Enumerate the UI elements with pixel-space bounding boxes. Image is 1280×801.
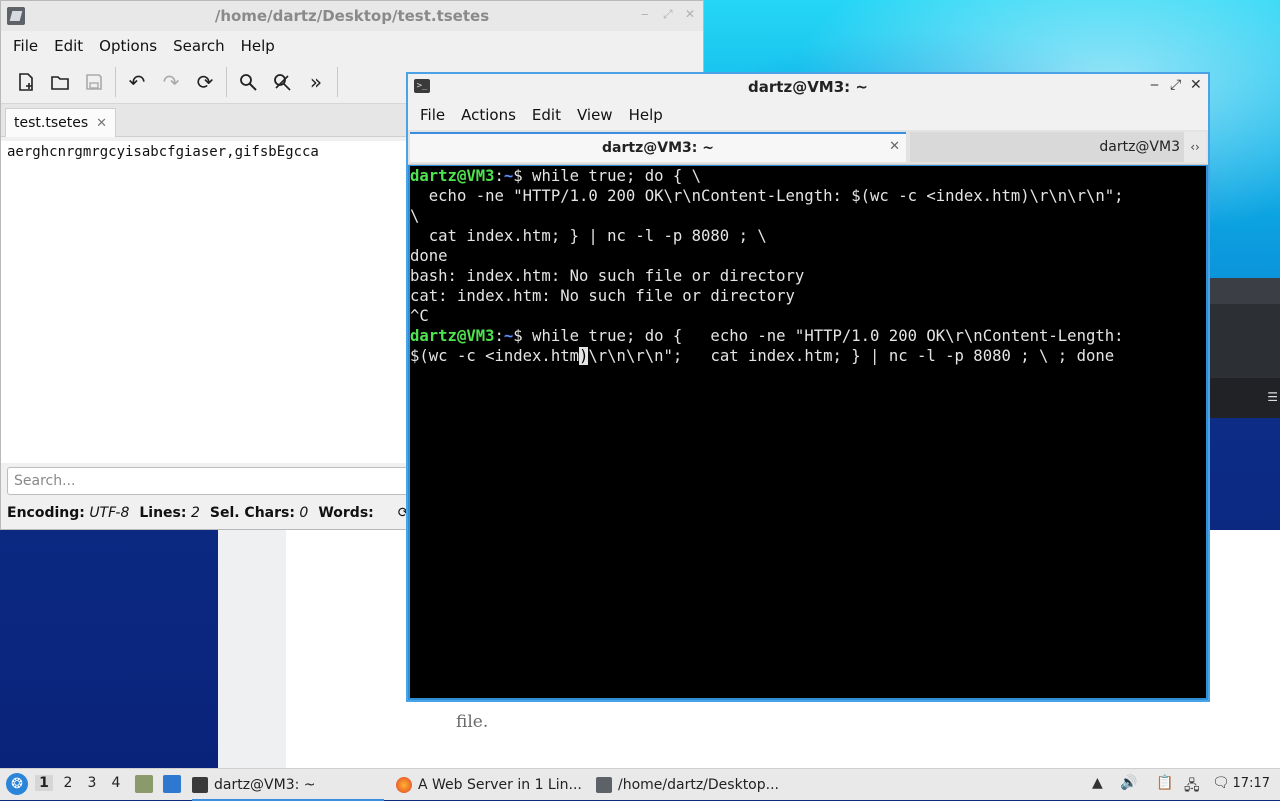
start-menu-icon[interactable]: ❂ — [6, 773, 28, 795]
terminal-line: $ while true; do { \ — [513, 167, 702, 185]
new-document-icon[interactable] — [9, 65, 43, 99]
show-desktop-icon[interactable] — [163, 775, 181, 793]
terminal-line: echo -ne "HTTP/1.0 200 OK\r\nContent-Len… — [410, 187, 1124, 205]
terminal-tab-inactive[interactable]: dartz@VM3 — [910, 132, 1200, 162]
menu-icon: ☰ — [1267, 390, 1278, 404]
menu-file[interactable]: File — [412, 106, 453, 124]
find-icon[interactable] — [231, 65, 265, 99]
menu-edit[interactable]: Edit — [524, 106, 569, 124]
task-label: dartz@VM3: ~ — [214, 777, 316, 793]
text-cursor: ) — [579, 347, 589, 365]
menu-options[interactable]: Options — [91, 37, 165, 55]
prompt-path: ~ — [503, 327, 514, 345]
menu-file[interactable]: File — [5, 37, 46, 55]
editor-window-title: /home/dartz/Desktop/test.tsetes — [214, 7, 490, 25]
file-manager-icon[interactable] — [135, 775, 153, 793]
terminal-output: dartz@VM3:~$ while true; do { \ echo -ne… — [410, 167, 1124, 365]
firefox-icon — [396, 777, 412, 793]
toolbar-separator — [337, 67, 338, 97]
minimize-icon[interactable]: ‒ — [641, 7, 649, 21]
background-page-text: file. — [456, 712, 489, 732]
menu-edit[interactable]: Edit — [46, 37, 91, 55]
more-icon[interactable]: » — [299, 65, 333, 99]
words-label: Words: — [318, 505, 374, 521]
selchars-value: 0 — [299, 505, 309, 521]
volume-icon[interactable]: 🔊 — [1120, 775, 1137, 791]
terminal-tabbar: dartz@VM3: ~ ✕ dartz@VM3 ‹› — [408, 130, 1208, 165]
editor-tab[interactable]: test.tsetes ✕ — [5, 108, 117, 137]
close-icon[interactable]: ✕ — [685, 7, 695, 21]
redo-icon[interactable]: ↷ — [154, 65, 188, 99]
maximize-icon[interactable]: ⤢ — [1170, 77, 1181, 93]
terminal-window: >_ dartz@VM3: ~ ‒ ⤢ ✕ File Actions Edit … — [406, 72, 1210, 702]
reload-icon[interactable]: ⟳ — [188, 65, 222, 99]
prompt-user: dartz@VM3 — [410, 167, 495, 185]
updates-icon[interactable]: ▲ — [1092, 775, 1103, 791]
toolbar-separator — [115, 67, 116, 97]
toolbar-separator — [226, 67, 227, 97]
terminal-titlebar[interactable]: >_ dartz@VM3: ~ ‒ ⤢ ✕ — [408, 74, 1208, 100]
terminal-line: $(wc -c <index.htm — [410, 347, 579, 365]
find-replace-icon[interactable] — [265, 65, 299, 99]
tab-close-icon[interactable]: ✕ — [96, 116, 107, 131]
editor-titlebar[interactable]: /home/dartz/Desktop/test.tsetes ‒ ⤢ ✕ — [1, 1, 703, 31]
terminal-screen[interactable]: dartz@VM3:~$ while true; do { \ echo -ne… — [410, 166, 1206, 698]
clock[interactable]: 17:17 — [1233, 776, 1270, 791]
taskbar: ❂ 1 2 3 4 dartz@VM3: ~ A Web Server in 1… — [0, 768, 1280, 801]
undo-icon[interactable]: ↶ — [120, 65, 154, 99]
menu-actions[interactable]: Actions — [453, 106, 524, 124]
terminal-tab-label: dartz@VM3: ~ — [602, 140, 714, 156]
editor-menubar: File Edit Options Search Help — [1, 31, 703, 61]
maximize-icon[interactable]: ⤢ — [663, 7, 673, 22]
task-firefox[interactable]: A Web Server in 1 Lin... — [396, 773, 586, 797]
minimize-icon[interactable]: ‒ — [1150, 77, 1159, 93]
text-editor-icon — [596, 777, 612, 793]
task-text-editor[interactable]: /home/dartz/Desktop... — [596, 773, 792, 797]
terminal-line: cat index.htm; } | nc -l -p 8080 ; \ — [410, 227, 767, 245]
terminal-line: $ while true; do { echo -ne "HTTP/1.0 20… — [513, 327, 1124, 345]
tab-close-icon[interactable]: ✕ — [889, 139, 900, 154]
terminal-line: ^C — [410, 307, 429, 325]
workspace-2[interactable]: 2 — [59, 775, 77, 791]
prompt-user: dartz@VM3 — [410, 327, 495, 345]
notification-icon[interactable]: 🗨 — [1212, 775, 1230, 791]
menu-help[interactable]: Help — [621, 106, 671, 124]
network-icon[interactable]: 🖧 — [1184, 775, 1200, 799]
background-window-fragment: ☰ — [1210, 278, 1280, 418]
close-icon[interactable]: ✕ — [1190, 77, 1202, 93]
lines-value: 2 — [190, 505, 200, 521]
terminal-line: \ — [410, 207, 420, 225]
task-label: /home/dartz/Desktop... — [618, 777, 779, 793]
selchars-label: Sel. Chars: — [209, 505, 295, 521]
prompt-path: ~ — [503, 167, 514, 185]
editor-tab-label: test.tsetes — [14, 115, 89, 131]
workspace-4[interactable]: 4 — [107, 775, 125, 791]
save-icon[interactable] — [77, 65, 111, 99]
clipboard-icon[interactable]: 📋 — [1156, 775, 1173, 791]
menu-help[interactable]: Help — [233, 37, 283, 55]
editor-text-line: aerghcnrgmrgcyisabcfgiaser,gifsbEgcca — [7, 144, 319, 160]
terminal-icon — [192, 777, 208, 793]
tab-scroll-arrows-icon[interactable]: ‹› — [1184, 132, 1206, 162]
terminal-line: \r\n\r\n"; cat index.htm; } | nc -l -p 8… — [588, 347, 1115, 365]
terminal-line: cat: index.htm: No such file or director… — [410, 287, 795, 305]
terminal-line: bash: index.htm: No such file or directo… — [410, 267, 805, 285]
terminal-window-title: dartz@VM3: ~ — [748, 78, 868, 96]
terminal-menubar: File Actions Edit View Help — [408, 100, 1208, 130]
lines-label: Lines: — [139, 505, 187, 521]
workspace-3[interactable]: 3 — [83, 775, 101, 791]
encoding-label: Encoding: — [7, 505, 85, 521]
terminal-tab-label: dartz@VM3 — [1099, 139, 1180, 155]
encoding-value: UTF-8 — [89, 505, 130, 521]
menu-view[interactable]: View — [569, 106, 621, 124]
menu-search[interactable]: Search — [165, 37, 233, 55]
terminal-tab-active[interactable]: dartz@VM3: ~ ✕ — [410, 132, 906, 162]
task-terminal[interactable]: dartz@VM3: ~ — [192, 773, 384, 801]
terminal-line: done — [410, 247, 448, 265]
open-folder-icon[interactable] — [43, 65, 77, 99]
task-label: A Web Server in 1 Lin... — [418, 777, 582, 793]
workspace-1[interactable]: 1 — [35, 775, 53, 791]
editor-statusbar: Encoding: UTF-8 Lines: 2 Sel. Chars: 0 W… — [7, 505, 409, 521]
background-page-column — [218, 530, 286, 768]
